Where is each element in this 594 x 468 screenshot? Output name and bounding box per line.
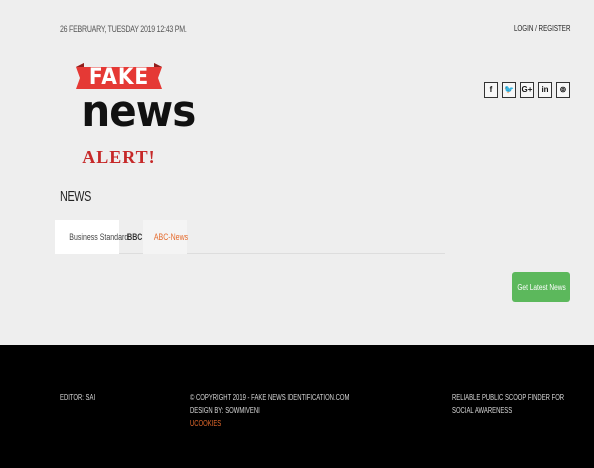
get-latest-news-label: Get Latest News <box>517 282 566 292</box>
login-register-link[interactable]: LOGIN / REGISTER <box>513 24 570 33</box>
current-datetime: 26 FEBRUARY, TUESDAY 2019 12:43 PM. <box>60 24 187 34</box>
get-latest-news-button[interactable]: Get Latest News <box>512 272 570 302</box>
footer: EDITOR: SAI © COPYRIGHT 2019 - FAKE NEWS… <box>0 345 594 468</box>
footer-copyright-block: © COPYRIGHT 2019 - FAKE NEWS IDENTIFICAT… <box>190 391 349 430</box>
news-source-tabs: Business Standard BBC ABC-News <box>55 220 445 254</box>
pinterest-icon[interactable]: ⊚ <box>556 82 570 98</box>
footer-brand-link[interactable]: UCOOKIES <box>190 417 349 430</box>
social-links: f 🐦 G+ in ⊚ <box>484 82 570 98</box>
tab-abc-news[interactable]: ABC-News <box>143 220 189 254</box>
logo-news-text: news <box>81 86 196 137</box>
footer-tagline-line2: SOCIAL AWARENESS <box>452 406 513 415</box>
footer-editor: EDITOR: SAI <box>60 393 96 402</box>
fake-news-alert-logo: FAKE news ALERT! <box>76 63 196 171</box>
footer-tagline-line1: RELIABLE PUBLIC SCOOP FINDER FOR <box>452 393 565 402</box>
tab-abc-news-label: ABC-News <box>153 232 189 242</box>
linkedin-icon[interactable]: in <box>538 82 552 98</box>
logo-alert-text: ALERT! <box>82 147 156 167</box>
tab-business-standard[interactable]: Business Standard <box>55 220 128 254</box>
google-plus-icon[interactable]: G+ <box>520 82 534 98</box>
top-bar: 26 FEBRUARY, TUESDAY 2019 12:43 PM. LOGI… <box>0 0 594 56</box>
facebook-icon[interactable]: f <box>484 82 498 98</box>
footer-design-credit: DESIGN BY: SOWMIVENI <box>190 406 260 415</box>
news-section-title: NEWS <box>60 188 91 205</box>
footer-copyright: © COPYRIGHT 2019 - FAKE NEWS IDENTIFICAT… <box>190 393 350 402</box>
footer-tagline: RELIABLE PUBLIC SCOOP FINDER FOR SOCIAL … <box>452 391 564 417</box>
twitter-icon[interactable]: 🐦 <box>502 82 516 98</box>
tab-business-standard-label: Business Standard <box>69 232 129 242</box>
tab-bbc-label: BBC <box>127 232 143 242</box>
